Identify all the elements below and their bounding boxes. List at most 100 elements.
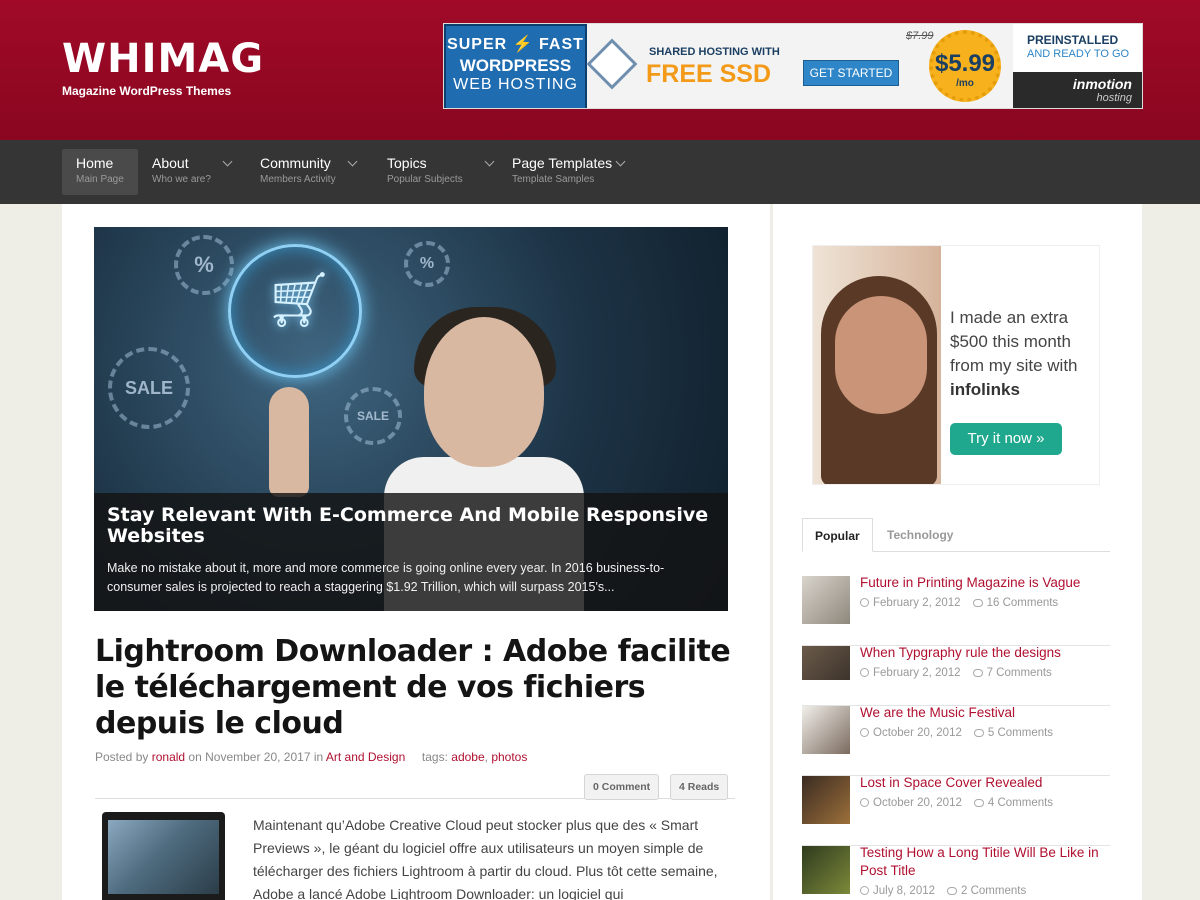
author-link[interactable]: ronald	[152, 750, 185, 764]
nav-label: Community	[260, 155, 331, 171]
clock-icon	[860, 728, 869, 737]
banner-preinstalled: PREINSTALLED	[1027, 33, 1119, 47]
inmotion-logo: inmotion hosting	[1013, 72, 1142, 108]
list-item-meta: October 20, 2012 4 Comments	[860, 797, 1053, 809]
chevron-down-icon	[484, 156, 495, 167]
list-item-comments: 4 Comments	[987, 797, 1054, 809]
ad-text: I made an extra $500 this month from my …	[950, 306, 1099, 402]
tag-link[interactable]: photos	[491, 750, 527, 764]
comment-icon	[973, 799, 984, 807]
bolt-icon: ⚡	[512, 36, 534, 53]
content-area: % % SALE SALE 🛒︎ Stay Relevant With E-Co…	[62, 204, 1142, 900]
list-item-meta: October 20, 2012 5 Comments	[860, 727, 1053, 739]
column-divider	[770, 204, 773, 900]
featured-excerpt: Make no mistake about it, more and more …	[107, 561, 665, 594]
post-thumbnail[interactable]	[102, 812, 225, 900]
banner-old-price: $7.99	[906, 30, 934, 42]
hosting-logo-icon	[586, 38, 638, 90]
banner-web-hosting: WEB HOSTING	[453, 76, 578, 93]
tab-technology[interactable]: Technology	[875, 518, 965, 552]
post-thumbnail[interactable]	[802, 846, 850, 894]
chevron-down-icon	[347, 156, 358, 167]
nav-label: About	[152, 155, 189, 171]
sale-label: SALE	[124, 378, 173, 398]
get-started-button[interactable]: GET STARTED	[803, 60, 899, 86]
clock-icon	[860, 886, 869, 895]
comment-icon	[972, 599, 983, 607]
nav-sublabel: Members Activity	[260, 174, 336, 185]
inmotion-brand: inmotion	[1072, 76, 1132, 92]
featured-slide[interactable]: % % SALE SALE 🛒︎ Stay Relevant With E-Co…	[94, 227, 728, 611]
banner-right-panel: PREINSTALLED AND READY TO GO inmotion ho…	[1013, 24, 1142, 108]
laptop-screen-image	[108, 820, 219, 894]
percent-ring-icon: %	[404, 241, 450, 287]
post-thumbnail[interactable]	[802, 646, 850, 680]
tab-popular[interactable]: Popular	[802, 518, 873, 552]
list-item-comments: 7 Comments	[986, 667, 1052, 679]
post-excerpt: Maintenant qu’Adobe Creative Cloud peut …	[253, 817, 718, 900]
featured-title[interactable]: Stay Relevant With E-Commerce And Mobile…	[107, 505, 715, 547]
chevron-down-icon	[615, 156, 626, 167]
infolinks-ad[interactable]: I made an extra $500 this month from my …	[812, 245, 1100, 485]
infolinks-logo: infolinks	[950, 380, 1020, 399]
list-item-title[interactable]: When Typgraphy rule the designs	[860, 644, 1110, 662]
try-it-now-button[interactable]: Try it now »	[950, 423, 1062, 455]
percent-glyph: %	[194, 252, 214, 277]
hosting-ad-banner[interactable]: SUPER ⚡ FAST WORDPRESS WEB HOSTING SHARE…	[443, 23, 1143, 109]
list-item-date: October 20, 2012	[873, 797, 962, 809]
price-badge: $5.99 /mo	[929, 30, 1001, 102]
post-thumbnail[interactable]	[802, 776, 850, 824]
nav-sublabel: Template Samples	[512, 174, 595, 185]
post-thumbnail[interactable]	[802, 706, 850, 754]
post-title[interactable]: Lightroom Downloader : Adobe facilite le…	[95, 634, 735, 742]
site-logo[interactable]: WHIMAG	[62, 36, 264, 82]
nav-label: Page Templates	[512, 155, 613, 171]
list-item: Testing How a Long Titile Will Be Like i…	[802, 844, 1110, 900]
banner-price: $5.99	[934, 50, 996, 77]
nav-item-home[interactable]: Home Main Page	[62, 149, 138, 195]
banner-shared-text: SHARED HOSTING WITH	[649, 46, 780, 58]
ad-message: I made an extra $500 this month from my …	[950, 308, 1078, 375]
list-item: Lost in Space Cover Revealed October 20,…	[802, 774, 1110, 846]
ad-photo	[813, 246, 941, 484]
list-item-comments: 16 Comments	[986, 597, 1059, 609]
nav-item-page-templates[interactable]: Page Templates Template Samples	[498, 149, 626, 195]
nav-item-about[interactable]: About Who we are?	[138, 149, 233, 195]
percent-glyph: %	[419, 255, 435, 272]
list-item-title[interactable]: Future in Printing Magazine is Vague	[860, 574, 1110, 592]
banner-per-month: /mo	[956, 78, 974, 89]
nav-item-community[interactable]: Community Members Activity	[246, 149, 358, 195]
woman-face-image	[424, 317, 544, 467]
site-tagline: Magazine WordPress Themes	[62, 84, 232, 98]
post-meta: Posted by ronald on November 20, 2017 in…	[95, 750, 528, 764]
list-item-title[interactable]: Lost in Space Cover Revealed	[860, 774, 1110, 792]
list-item-title[interactable]: We are the Music Festival	[860, 704, 1110, 722]
meta-date: on November 20, 2017 in	[188, 750, 324, 764]
read-count-badge: 4 Reads	[670, 774, 729, 800]
banner-free-ssd: FREE SSD	[646, 60, 772, 88]
inmotion-sub: hosting	[1096, 92, 1132, 104]
list-item-date: February 2, 2012	[873, 597, 961, 609]
sale-ring-icon: SALE	[108, 347, 190, 429]
nav-item-topics[interactable]: Topics Popular Subjects	[373, 149, 495, 195]
list-item-comments: 5 Comments	[987, 727, 1054, 739]
post-thumbnail[interactable]	[802, 576, 850, 624]
featured-caption: Stay Relevant With E-Commerce And Mobile…	[94, 493, 728, 611]
category-link[interactable]: Art and Design	[326, 750, 405, 764]
list-item-meta: February 2, 2012 16 Comments	[860, 597, 1058, 609]
nav-label: Home	[76, 155, 114, 171]
list-item-date: October 20, 2012	[873, 727, 962, 739]
list-item-meta: July 8, 2012 2 Comments	[860, 885, 1026, 897]
tag-link[interactable]: adobe	[451, 750, 484, 764]
banner-fast: FAST	[539, 36, 584, 53]
list-item: When Typgraphy rule the designs February…	[802, 644, 1110, 706]
comment-count-button[interactable]: 0 Comment	[584, 774, 660, 800]
meta-tags-label: tags:	[421, 750, 448, 764]
sidebar-tabs: Popular Technology	[802, 517, 1110, 552]
clock-icon	[860, 668, 869, 677]
list-item-title[interactable]: Testing How a Long Titile Will Be Like i…	[860, 844, 1110, 880]
pointing-hand-image	[269, 387, 309, 497]
nav-sublabel: Main Page	[76, 174, 124, 185]
shopping-cart-icon: 🛒︎	[264, 270, 334, 330]
sale-label: SALE	[356, 409, 389, 423]
